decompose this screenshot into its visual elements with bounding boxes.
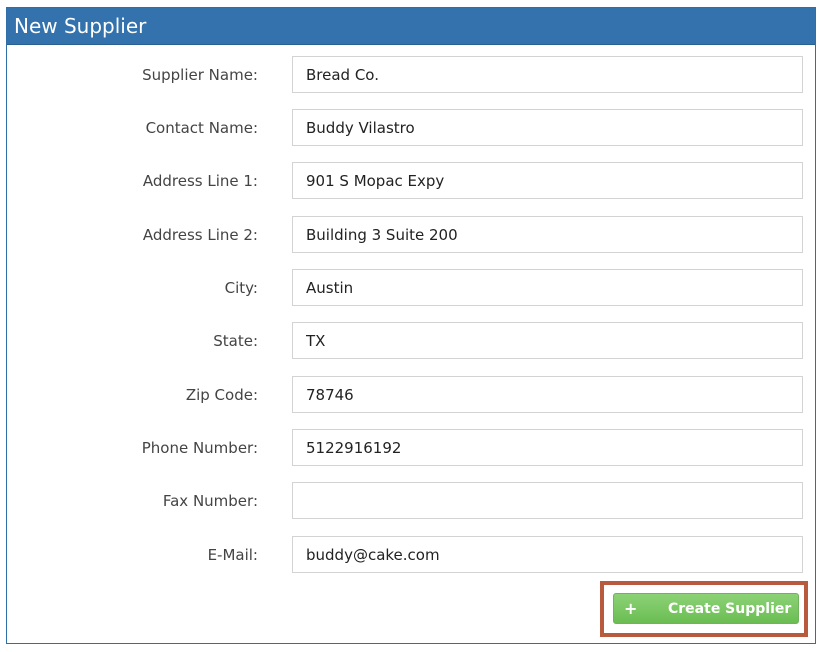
fax-number-input[interactable] — [292, 482, 803, 519]
supplier-name-row: Supplier Name: — [7, 56, 815, 93]
city-row: City: — [7, 269, 815, 306]
phone-number-input[interactable] — [292, 429, 803, 466]
email-label: E-Mail: — [207, 546, 258, 564]
new-supplier-panel: New Supplier Supplier Name: Contact Name… — [6, 7, 816, 644]
panel-header: New Supplier — [7, 8, 815, 45]
address-line-2-label: Address Line 2: — [142, 226, 258, 244]
address-line-2-input[interactable] — [292, 216, 803, 253]
address-line-1-input[interactable] — [292, 162, 803, 199]
city-input[interactable] — [292, 269, 803, 306]
supplier-name-input[interactable] — [292, 56, 803, 93]
contact-name-row: Contact Name: — [7, 109, 815, 146]
zip-code-row: Zip Code: — [7, 376, 815, 413]
address-line-1-label: Address Line 1: — [142, 172, 258, 190]
panel-title: New Supplier — [14, 14, 147, 38]
create-supplier-label: Create Supplier — [668, 601, 792, 617]
contact-name-input[interactable] — [292, 109, 803, 146]
fax-number-row: Fax Number: — [7, 482, 815, 519]
plus-icon: + — [624, 599, 638, 618]
phone-number-label: Phone Number: — [141, 439, 258, 457]
state-input[interactable] — [292, 322, 803, 359]
state-label: State: — [213, 332, 258, 350]
zip-code-label: Zip Code: — [185, 386, 258, 404]
zip-code-input[interactable] — [292, 376, 803, 413]
create-supplier-button[interactable]: + Create Supplier — [613, 593, 799, 624]
phone-number-row: Phone Number: — [7, 429, 815, 466]
state-row: State: — [7, 322, 815, 359]
email-row: E-Mail: — [7, 536, 815, 573]
email-input[interactable] — [292, 536, 803, 573]
contact-name-label: Contact Name: — [145, 119, 258, 137]
address-line-1-row: Address Line 1: — [7, 162, 815, 199]
fax-number-label: Fax Number: — [162, 492, 258, 510]
supplier-name-label: Supplier Name: — [142, 66, 258, 84]
address-line-2-row: Address Line 2: — [7, 216, 815, 253]
city-label: City: — [224, 279, 258, 297]
